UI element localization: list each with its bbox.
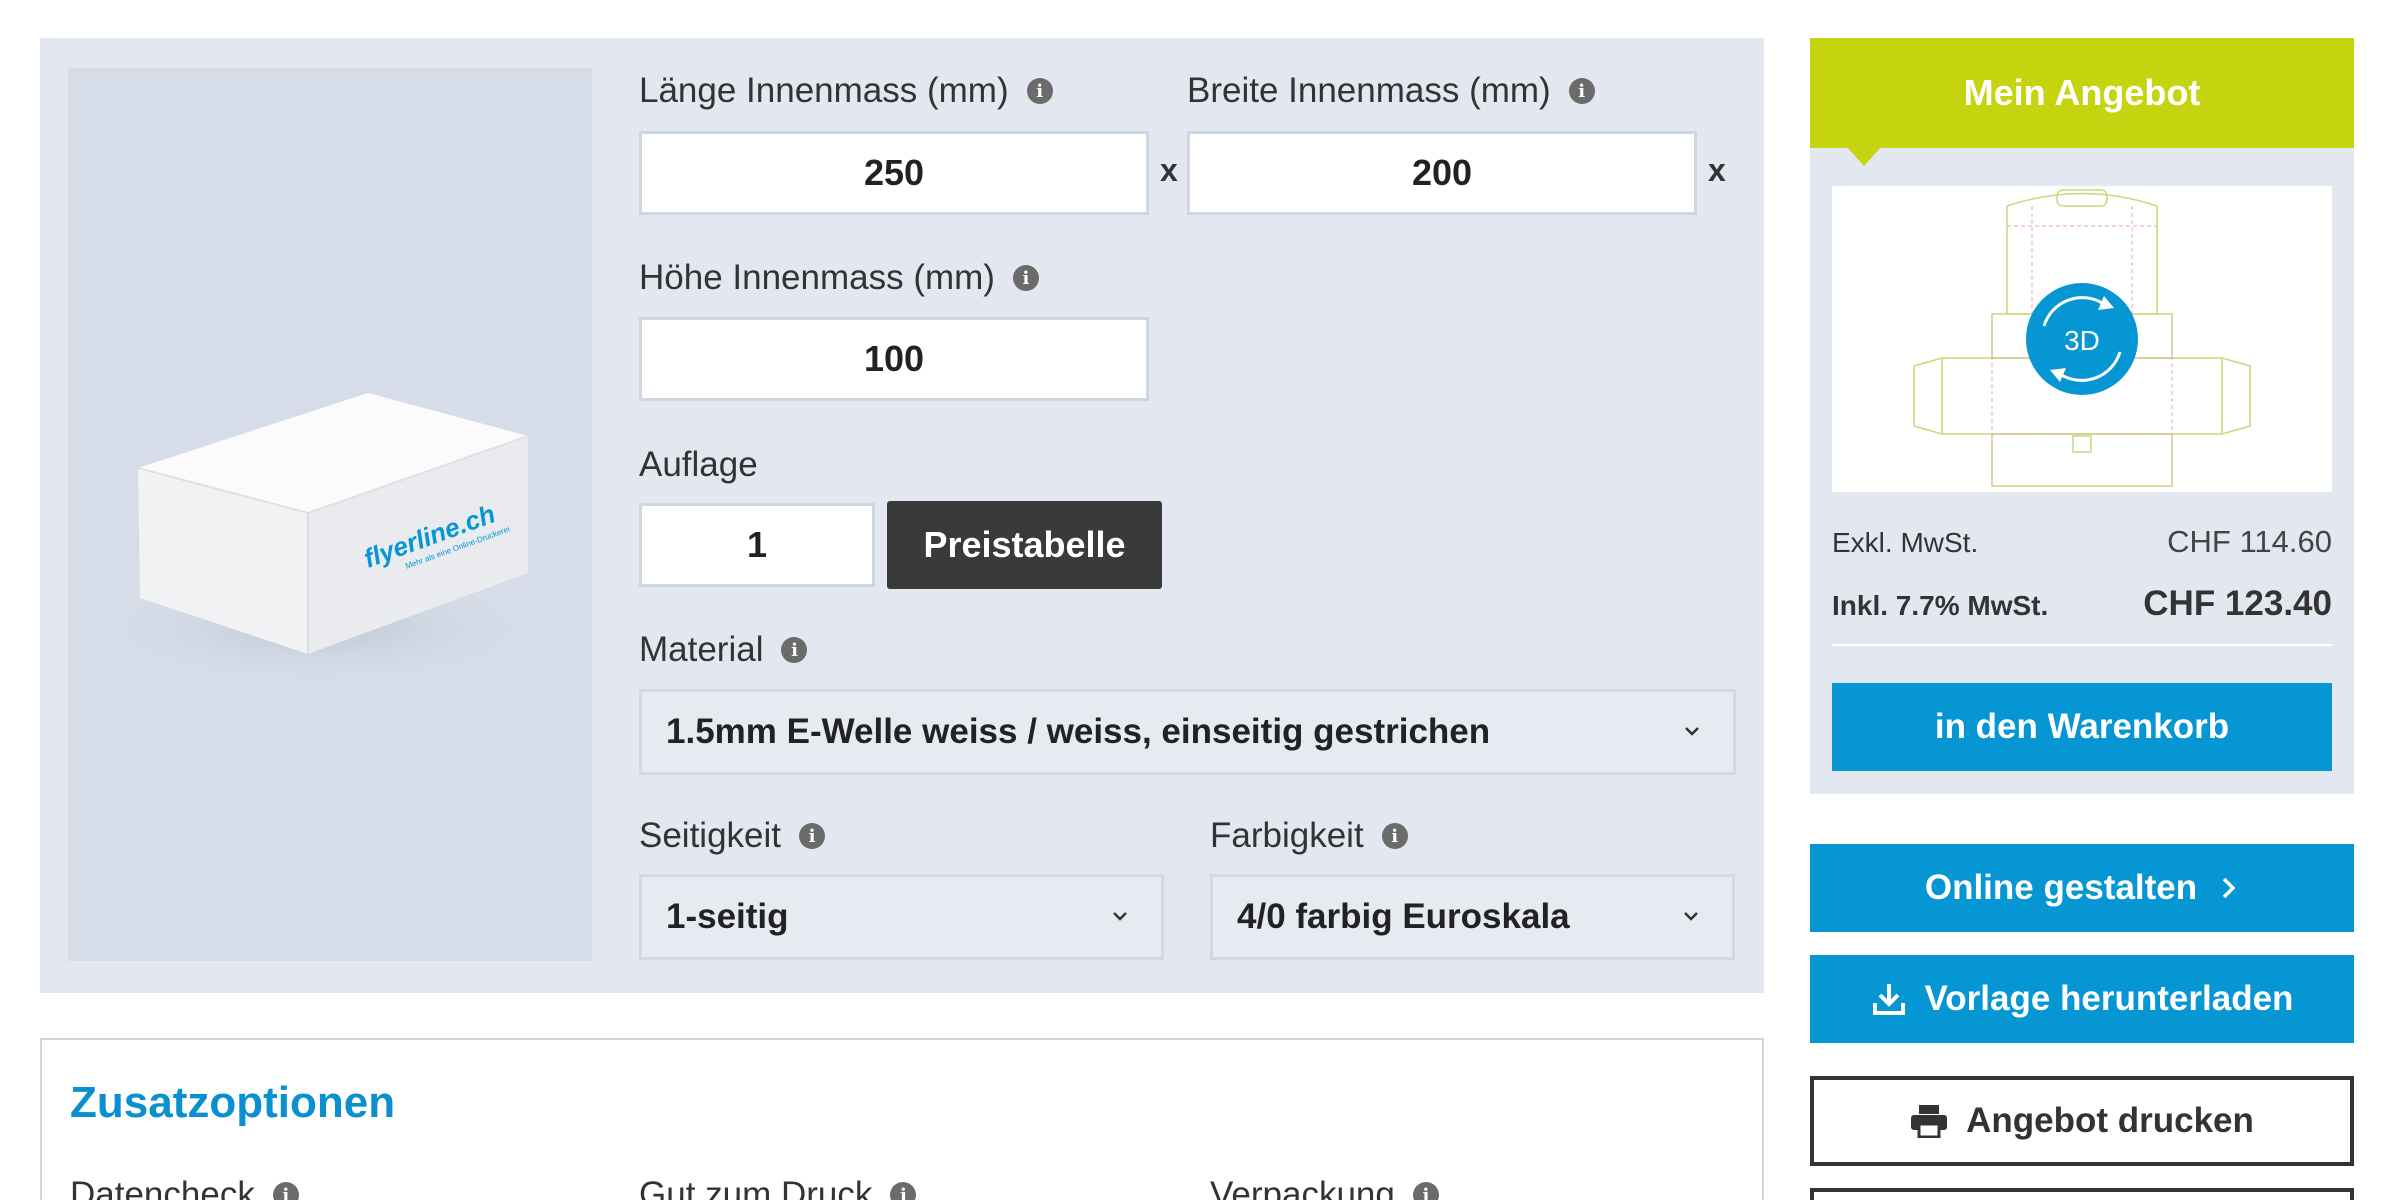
configurator-panel: flyerline.ch Mehr als eine Online-Drucke… — [40, 38, 1764, 993]
box-illustration: flyerline.ch Mehr als eine Online-Drucke… — [88, 393, 548, 688]
info-icon[interactable]: i — [890, 1182, 917, 1200]
price-table-button[interactable]: Preistabelle — [887, 501, 1162, 589]
width-label-text: Breite Innenmass (mm) — [1187, 71, 1551, 110]
colors-label: Farbigkeit i — [1210, 811, 1408, 861]
dieline-preview[interactable]: 3D — [1832, 186, 2332, 492]
option-verpackung: Verpackung i — [1210, 1170, 1439, 1200]
material-select[interactable]: 1.5mm E-Welle weiss / weiss, einseitig g… — [639, 689, 1736, 775]
times-symbol: x — [1708, 152, 1726, 188]
info-icon[interactable]: i — [1026, 78, 1053, 104]
height-input[interactable] — [639, 317, 1149, 401]
extras-panel: Zusatzoptionen Datencheck i Gut zum Druc… — [40, 1038, 1764, 1200]
offer-title: Mein Angebot — [1810, 38, 2354, 148]
print-offer-label: Angebot drucken — [1966, 1101, 2254, 1140]
material-label: Material i — [639, 625, 808, 675]
option-label: Gut zum Druck — [639, 1175, 873, 1200]
download-icon — [1871, 981, 1907, 1017]
sides-select-value: 1-seitig — [666, 897, 789, 936]
info-icon[interactable]: i — [781, 637, 808, 663]
length-input[interactable] — [639, 131, 1149, 215]
info-icon[interactable]: i — [1412, 1182, 1439, 1200]
chevron-down-icon — [1113, 912, 1127, 921]
design-online-label: Online gestalten — [1924, 868, 2198, 907]
dieline-drawing: 3D — [1913, 189, 2251, 487]
info-icon[interactable]: i — [799, 823, 826, 849]
3d-badge: 3D — [2064, 325, 2100, 356]
add-to-cart-button[interactable]: in den Warenkorb — [1832, 683, 2332, 771]
chevron-down-icon — [1684, 912, 1698, 921]
info-icon[interactable]: i — [1381, 823, 1408, 849]
option-datencheck: Datencheck i — [70, 1170, 299, 1200]
price-excl-value: CHF 114.60 — [2167, 524, 2332, 559]
download-template-label: Vorlage herunterladen — [1924, 979, 2294, 1018]
colors-select-value: 4/0 farbig Euroskala — [1237, 897, 1570, 936]
info-icon[interactable]: i — [1012, 265, 1039, 291]
download-template-button[interactable]: Vorlage herunterladen — [1810, 955, 2354, 1043]
info-icon[interactable]: i — [1568, 78, 1595, 104]
option-label: Datencheck — [70, 1175, 255, 1200]
material-select-value: 1.5mm E-Welle weiss / weiss, einseitig g… — [666, 712, 1491, 751]
height-label: Höhe Innenmass (mm) i — [639, 253, 1039, 303]
design-online-button[interactable]: Online gestalten — [1810, 844, 2354, 932]
sides-label: Seitigkeit i — [639, 811, 826, 861]
price-incl-value: CHF 123.40 — [2143, 584, 2332, 623]
width-input[interactable] — [1187, 131, 1697, 215]
quantity-input[interactable] — [639, 503, 875, 587]
offer-header-notch — [1846, 146, 1882, 166]
colors-select[interactable]: 4/0 farbig Euroskala — [1210, 874, 1735, 960]
price-incl-row: Inkl. 7.7% MwSt. CHF 123.40 — [1832, 584, 2332, 624]
price-excl-label: Exkl. MwSt. — [1832, 527, 1979, 558]
next-outline-button[interactable] — [1810, 1188, 2354, 1200]
info-icon[interactable]: i — [272, 1182, 299, 1200]
print-offer-button[interactable]: Angebot drucken — [1810, 1076, 2354, 1166]
sides-label-text: Seitigkeit — [639, 816, 782, 855]
product-image: flyerline.ch Mehr als eine Online-Drucke… — [68, 68, 592, 961]
colors-label-text: Farbigkeit — [1210, 816, 1364, 855]
price-incl-label: Inkl. 7.7% MwSt. — [1832, 590, 2049, 621]
times-symbol: x — [1160, 152, 1178, 188]
extras-title: Zusatzoptionen — [70, 1078, 396, 1127]
price-excl-row: Exkl. MwSt. CHF 114.60 — [1832, 524, 2332, 560]
chevron-down-icon — [1685, 727, 1699, 736]
quantity-label: Auflage — [639, 440, 758, 490]
length-label: Länge Innenmass (mm) i — [639, 66, 1053, 116]
price-divider — [1832, 644, 2332, 646]
option-label: Verpackung — [1210, 1175, 1395, 1200]
material-label-text: Material — [639, 630, 764, 669]
option-gut-zum-druck: Gut zum Druck i — [639, 1170, 917, 1200]
chevron-right-icon — [2219, 875, 2239, 901]
sides-select[interactable]: 1-seitig — [639, 874, 1164, 960]
printer-icon — [1910, 1104, 1948, 1138]
quantity-label-text: Auflage — [639, 445, 758, 484]
height-label-text: Höhe Innenmass (mm) — [639, 258, 995, 297]
length-label-text: Länge Innenmass (mm) — [639, 71, 1009, 110]
width-label: Breite Innenmass (mm) i — [1187, 66, 1595, 116]
offer-box: Mein Angebot 3D Exkl. MwSt. CHF 114.60 I… — [1810, 38, 2354, 794]
